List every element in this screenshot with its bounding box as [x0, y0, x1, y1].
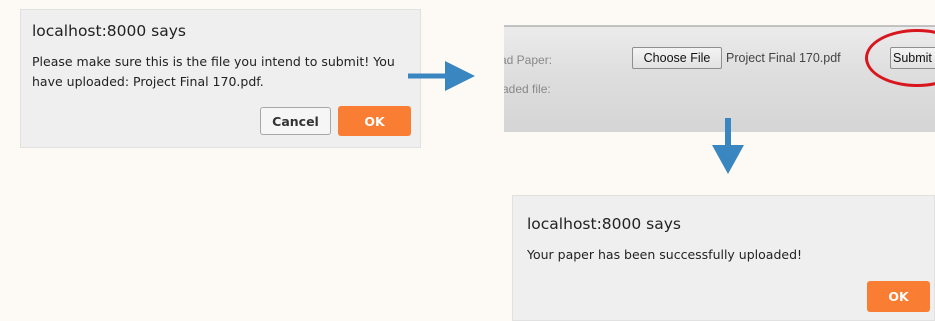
success-dialog: localhost:8000 says Your paper has been …: [512, 195, 935, 321]
confirm-ok-button[interactable]: OK: [338, 106, 411, 136]
upload-form-panel: ad Paper: aded file: Choose File Project…: [504, 25, 935, 132]
upload-paper-label: ad Paper:: [504, 53, 553, 67]
confirm-dialog-message: Please make sure this is the file you in…: [32, 54, 395, 89]
cancel-button[interactable]: Cancel: [260, 107, 331, 135]
uploaded-file-label: aded file:: [504, 82, 551, 96]
tutorial-stage: localhost:8000 says Please make sure thi…: [0, 0, 935, 321]
arrow-down-icon: [712, 118, 744, 174]
choose-file-button[interactable]: Choose File: [632, 47, 722, 69]
confirm-dialog: localhost:8000 says Please make sure thi…: [20, 9, 421, 148]
success-dialog-title: localhost:8000 says: [527, 215, 681, 233]
confirm-dialog-title: localhost:8000 says: [32, 22, 186, 40]
selected-file-name: Project Final 170.pdf: [726, 51, 841, 65]
success-ok-button[interactable]: OK: [867, 281, 930, 312]
arrow-right-icon: [408, 61, 475, 91]
divider: [504, 26, 935, 27]
highlight-circle-annotation: [865, 29, 935, 87]
success-dialog-message: Your paper has been successfully uploade…: [527, 247, 803, 262]
